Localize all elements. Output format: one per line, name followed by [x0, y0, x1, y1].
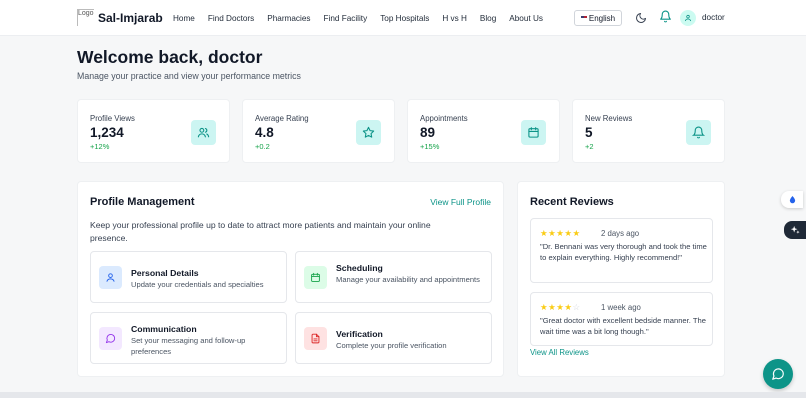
stat-label: Profile Views [90, 114, 135, 123]
tile-desc: Update your credentials and specialties [131, 280, 264, 289]
nav-link-blog[interactable]: Blog [480, 14, 496, 23]
recent-reviews-title: Recent Reviews [530, 196, 614, 208]
tile-communication[interactable]: Communication Set your messaging and fol… [90, 312, 287, 364]
nav-link-top-hospitals[interactable]: Top Hospitals [380, 14, 429, 23]
nav-link-home[interactable]: Home [173, 14, 195, 23]
star-rating: ★★★★☆ [540, 302, 581, 312]
profile-management-card: Profile Management View Full Profile Kee… [77, 181, 504, 377]
tile-icon-box [99, 266, 122, 289]
tile-title: Scheduling [336, 263, 383, 273]
tile-verification[interactable]: Verification Complete your profile verif… [295, 312, 492, 364]
review-text: "Dr. Bennani was very thorough and took … [540, 242, 707, 262]
user-avatar[interactable] [680, 10, 696, 26]
calendar-icon [528, 127, 539, 138]
stat-value: 89 [420, 125, 436, 140]
stat-card-average-rating: Average Rating 4.8 +0.2 [242, 99, 395, 163]
tile-title: Personal Details [131, 268, 199, 278]
star-icon [362, 126, 375, 138]
brand-name[interactable]: Sal-Imjarab [98, 11, 163, 25]
nav-link-about-us[interactable]: About Us [509, 14, 543, 23]
view-full-profile-link[interactable]: View Full Profile [430, 197, 491, 207]
review-item: ★★★★★ 2 days ago "Dr. Bennani was very t… [530, 218, 713, 283]
profile-description: Keep your professional profile up to dat… [90, 220, 431, 243]
review-item: ★★★★☆ 1 week ago "Great doctor with exce… [530, 292, 713, 346]
tile-desc: Manage your availability and appointment… [336, 275, 480, 284]
horizontal-scrollbar[interactable] [0, 392, 806, 398]
tile-title: Verification [336, 329, 383, 339]
stat-value: 5 [585, 125, 593, 140]
calendar-icon [311, 272, 320, 282]
stat-change: +12% [90, 142, 110, 151]
tile-desc: Complete your profile verification [336, 341, 447, 350]
document-icon [311, 333, 320, 344]
bell-icon [692, 126, 705, 139]
nav-links: Home Find Doctors Pharmacies Find Facili… [173, 14, 556, 23]
review-date: 1 week ago [601, 303, 641, 312]
chat-bubble-icon [772, 368, 784, 380]
nav-link-pharmacies[interactable]: Pharmacies [267, 14, 310, 23]
stat-card-new-reviews: New Reviews 5 +2 [572, 99, 725, 163]
droplet-icon [789, 195, 795, 204]
language-label: English [588, 13, 616, 23]
view-all-reviews-link[interactable]: View All Reviews [530, 348, 589, 357]
chat-button[interactable] [763, 359, 793, 389]
logo-image[interactable]: Logo [77, 9, 94, 26]
stat-icon-box [191, 120, 216, 145]
review-text: "Great doctor with excellent bedside man… [540, 316, 706, 336]
stat-icon-box [356, 120, 381, 145]
tile-scheduling[interactable]: Scheduling Manage your availability and … [295, 251, 492, 303]
language-selector[interactable]: English [574, 10, 622, 26]
message-icon [105, 334, 116, 344]
nav-link-find-doctors[interactable]: Find Doctors [208, 14, 254, 23]
stat-card-profile-views: Profile Views 1,234 +12% [77, 99, 230, 163]
users-icon [197, 127, 210, 138]
recent-reviews-card: Recent Reviews ★★★★★ 2 days ago "Dr. Ben… [517, 181, 725, 377]
stat-value: 1,234 [90, 125, 124, 140]
tile-desc: Set your messaging and follow-up prefere… [131, 336, 246, 356]
profile-management-title: Profile Management [90, 196, 195, 208]
accessibility-widget-button[interactable] [781, 191, 803, 208]
ai-assistant-button[interactable] [784, 221, 806, 239]
stat-label: Average Rating [255, 114, 309, 123]
nav-link-h-vs-h[interactable]: H vs H [442, 14, 467, 23]
moon-icon[interactable] [635, 12, 647, 24]
tile-personal-details[interactable]: Personal Details Update your credentials… [90, 251, 287, 303]
tile-icon-box [304, 266, 327, 289]
nav-link-find-facility[interactable]: Find Facility [324, 14, 368, 23]
stat-label: Appointments [420, 114, 468, 123]
stat-value: 4.8 [255, 125, 274, 140]
tile-icon-box [99, 327, 122, 350]
page-subtitle: Manage your practice and view your perfo… [77, 71, 301, 81]
user-name[interactable]: doctor [702, 13, 725, 22]
sparkle-icon [790, 225, 800, 234]
stat-label: New Reviews [585, 114, 633, 123]
stat-change: +2 [585, 142, 594, 151]
tile-title: Communication [131, 324, 197, 334]
top-navbar: Logo Sal-Imjarab Home Find Doctors Pharm… [0, 0, 806, 36]
us-flag-icon [580, 16, 587, 20]
review-date: 2 days ago [601, 229, 640, 238]
stat-change: +15% [420, 142, 440, 151]
page-title: Welcome back, doctor [77, 47, 263, 67]
stat-icon-box [686, 120, 711, 145]
stat-icon-box [521, 120, 546, 145]
notification-bell-icon[interactable] [659, 10, 672, 23]
star-rating: ★★★★★ [540, 228, 581, 238]
user-icon [106, 273, 115, 282]
tile-icon-box [304, 327, 327, 350]
user-icon [684, 14, 692, 22]
stat-card-appointments: Appointments 89 +15% [407, 99, 560, 163]
stat-change: +0.2 [255, 142, 270, 151]
